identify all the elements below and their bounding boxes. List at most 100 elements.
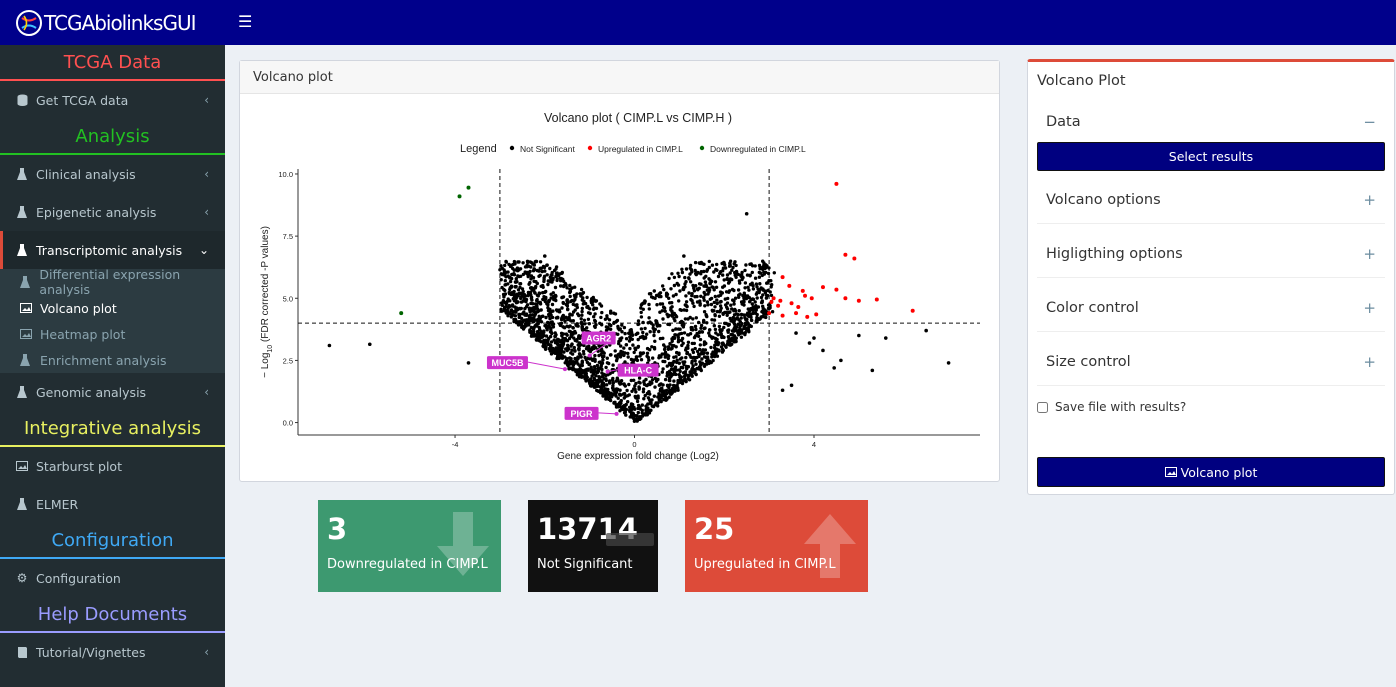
point-not-significant [715,337,719,342]
point-not-significant [565,286,569,290]
point-not-significant [623,394,628,399]
point-not-significant [710,263,715,267]
point-not-significant [595,388,599,393]
point-not-significant [367,342,372,347]
point-not-significant [643,336,648,340]
point-not-significant [608,353,613,357]
panel-title: Volcano Plot [1037,73,1126,89]
select-results-button[interactable]: Select results [1037,142,1385,171]
y-axis-label: − Log10 (FDR corrected -P values) [260,226,274,378]
point-not-significant [662,287,666,292]
sidebar-item-get-tcga-data[interactable]: Get TCGA data ‹ [0,81,225,119]
accordion-header-highlighting-options[interactable]: Higligthing options + [1037,232,1385,276]
subitem-label: Heatmap plot [40,326,126,342]
point-not-significant [531,334,535,338]
sidebar-item-epigenetic-analysis[interactable]: Epigenetic analysis ‹ [0,193,225,231]
point-not-significant [536,309,540,314]
point-not-significant [531,320,536,324]
subitem-heatmap-plot[interactable]: Heatmap plot [0,321,225,347]
point-not-significant [577,352,582,356]
image-icon [20,303,32,313]
point-not-significant [597,360,601,364]
point-not-significant [675,351,679,355]
point-not-significant [617,339,621,344]
point-not-significant [544,323,548,328]
point-not-significant [708,278,712,282]
subitem-differential-expression[interactable]: Differential expression analysis [0,267,225,297]
point-not-significant [686,333,690,337]
point-not-significant [699,362,703,367]
accordion-header-size-control[interactable]: Size control + [1037,340,1385,384]
point-not-significant [664,392,668,396]
point-not-significant [732,288,736,293]
point-not-significant [688,332,693,336]
point-not-significant [545,273,549,277]
point-not-significant [586,317,591,321]
accordion-header-data[interactable]: Data − [1037,100,1385,144]
subitem-volcano-plot[interactable]: Volcano plot [0,295,225,321]
point-not-significant [653,339,657,343]
sidebar-item-transcriptomic-analysis[interactable]: Transcriptomic analysis ⌄ [0,231,225,269]
point-not-significant [753,300,757,304]
sidebar-item-tutorial[interactable]: Tutorial/Vignettes ‹ [0,633,225,671]
point-upregulated [874,297,879,302]
point-not-significant [536,338,540,342]
point-not-significant [670,391,674,395]
point-not-significant [510,303,515,307]
point-labeled-gene [605,369,610,374]
point-not-significant [678,308,682,312]
point-upregulated [852,256,857,261]
point-not-significant [659,294,663,299]
volcano-plot-button[interactable]: Volcano plot [1037,457,1385,487]
accordion-header-color-control[interactable]: Color control + [1037,286,1385,330]
subitem-enrichment-analysis[interactable]: Enrichment analysis [0,347,225,373]
point-not-significant [654,321,658,325]
point-not-significant [580,309,584,314]
legend-entry: Not Significant [520,144,575,154]
point-not-significant [639,358,644,362]
point-upregulated [805,314,810,319]
point-not-significant [649,292,653,296]
point-not-significant [584,358,588,362]
point-not-significant [542,341,546,346]
point-not-significant [618,392,622,397]
point-not-significant [764,315,768,320]
point-not-significant [577,334,581,338]
sidebar-item-clinical-analysis[interactable]: Clinical analysis ‹ [0,155,225,193]
point-not-significant [604,325,609,329]
point-not-significant [517,313,521,317]
point-not-significant [694,272,698,277]
app-logo[interactable]: TCGAbiolinksGUI [0,0,225,45]
point-not-significant [629,328,633,332]
point-not-significant [760,300,764,304]
save-file-checkbox[interactable] [1037,401,1048,413]
point-not-significant [758,265,762,270]
point-not-significant [605,383,609,387]
point-not-significant [780,388,785,393]
point-not-significant [532,329,536,333]
point-not-significant [522,297,526,301]
point-not-significant [626,351,630,356]
sidebar-item-starburst-plot[interactable]: Starburst plot [0,447,225,485]
point-not-significant [707,286,711,290]
point-not-significant [700,357,704,361]
point-not-significant [769,279,773,283]
point-not-significant [585,295,589,300]
accordion-title: Volcano options [1046,192,1161,208]
sidebar-item-elmer[interactable]: ELMER [0,485,225,523]
point-not-significant [698,343,702,347]
point-not-significant [639,327,644,331]
sidebar-item-genomic-analysis[interactable]: Genomic analysis ‹ [0,373,225,411]
point-not-significant [672,275,677,280]
point-not-significant [588,307,592,311]
sidebar-toggle-icon[interactable]: ☰ [238,12,252,31]
point-not-significant [645,391,650,396]
point-not-significant [718,271,722,276]
point-not-significant [593,319,598,324]
accordion-header-volcano-options[interactable]: Volcano options + [1037,178,1385,222]
point-not-significant [706,303,710,307]
point-not-significant [544,334,549,338]
point-upregulated [789,301,794,306]
point-not-significant [503,305,507,309]
sidebar-item-configuration[interactable]: ⚙ Configuration [0,559,225,597]
